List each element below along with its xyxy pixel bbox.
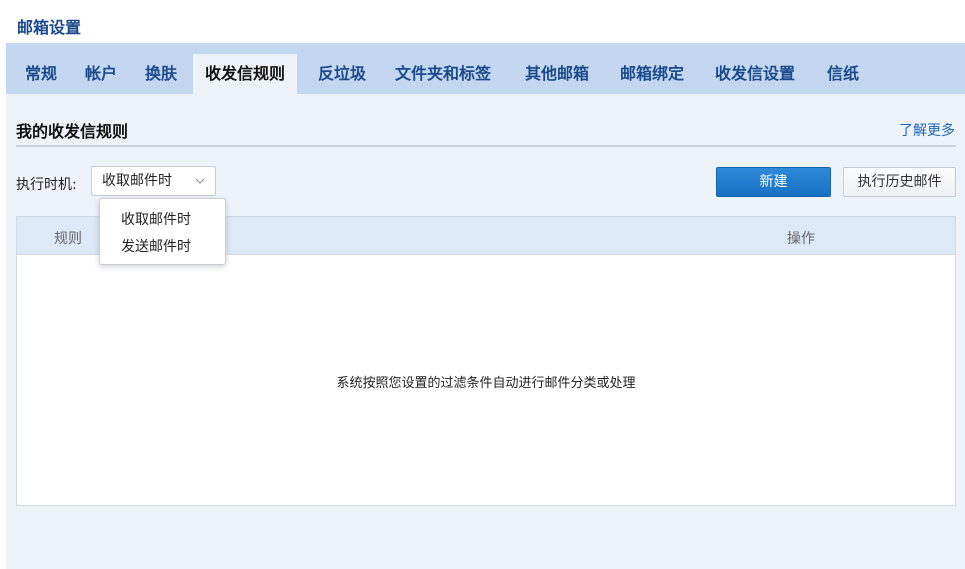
execution-timing-dropdown: 收取邮件时 发送邮件时 bbox=[99, 198, 226, 265]
tab-other-mailbox[interactable]: 其他邮箱 bbox=[525, 54, 589, 94]
tab-stationery[interactable]: 信纸 bbox=[827, 54, 859, 94]
column-header-rule: 规则 bbox=[54, 231, 82, 247]
tab-skin[interactable]: 换肤 bbox=[145, 54, 177, 94]
tab-general[interactable]: 常规 bbox=[25, 54, 57, 94]
execution-timing-select[interactable]: 收取邮件时 bbox=[91, 166, 216, 196]
section-divider bbox=[16, 145, 956, 147]
settings-tabbar: 常规 帐户 换肤 收发信规则 反垃圾 文件夹和标签 其他邮箱 邮箱绑定 收发信设… bbox=[6, 43, 965, 94]
tab-anti-spam[interactable]: 反垃圾 bbox=[318, 54, 366, 94]
tab-folders-labels[interactable]: 文件夹和标签 bbox=[395, 54, 491, 94]
dropdown-option-receive[interactable]: 收取邮件时 bbox=[121, 209, 191, 229]
tab-mail-rules[interactable]: 收发信规则 bbox=[193, 54, 298, 94]
column-header-actions: 操作 bbox=[787, 231, 815, 247]
dropdown-option-send[interactable]: 发送邮件时 bbox=[121, 236, 191, 256]
section-title: 我的收发信规则 bbox=[16, 122, 129, 141]
empty-state-message: 系统按照您设置的过滤条件自动进行邮件分类或处理 bbox=[336, 376, 636, 391]
new-rule-button[interactable]: 新建 bbox=[716, 167, 831, 197]
page-title: 邮箱设置 bbox=[17, 18, 82, 37]
tab-mailbox-binding[interactable]: 邮箱绑定 bbox=[620, 54, 684, 94]
tab-send-receive-settings[interactable]: 收发信设置 bbox=[715, 54, 795, 94]
tab-account[interactable]: 帐户 bbox=[85, 54, 117, 94]
learn-more-link[interactable]: 了解更多 bbox=[899, 120, 955, 140]
execution-timing-value: 收取邮件时 bbox=[102, 173, 172, 189]
run-history-mail-button[interactable]: 执行历史邮件 bbox=[843, 167, 956, 197]
execution-timing-label: 执行时机: bbox=[16, 177, 77, 193]
